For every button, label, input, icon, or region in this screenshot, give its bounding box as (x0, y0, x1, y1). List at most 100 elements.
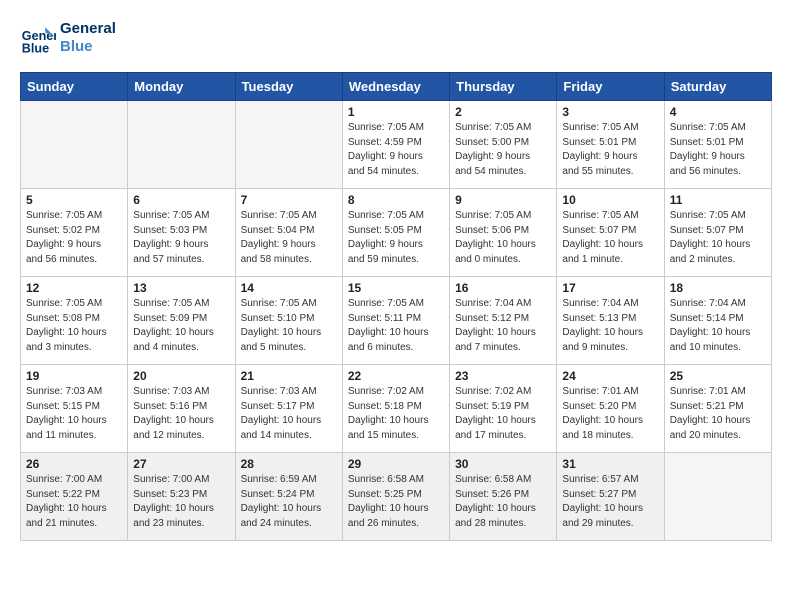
calendar-cell: 16Sunrise: 7:04 AM Sunset: 5:12 PM Dayli… (450, 277, 557, 365)
day-number: 21 (241, 369, 337, 383)
day-number: 1 (348, 105, 444, 119)
calendar-cell: 1 Sunrise: 7:05 AM Sunset: 4:59 PM Daylig… (342, 101, 449, 189)
day-number: 3 (562, 105, 658, 119)
calendar-cell: 18 Sunrise: 7:04 AM Sunset: 5:14 PM Dayli… (664, 277, 771, 365)
day-info: Sunrise: 7:03 AM Sunset: 5:17 PM Dayligh… (241, 385, 337, 443)
calendar-week-row: 5 Sunrise: 7:05 AM Sunset: 5:02 PM Daylig… (21, 189, 772, 277)
weekday-header-saturday: Saturday (664, 73, 771, 101)
day-number: 22 (348, 369, 444, 383)
day-number: 2 (455, 105, 551, 119)
day-number: 31 (562, 457, 658, 471)
day-number: 28 (241, 457, 337, 471)
calendar-cell: 2 Sunrise: 7:05 AM Sunset: 5:00 PM Daylig… (450, 101, 557, 189)
day-info: Sunrise: 7:05 AM Sunset: 5:06 PM Dayligh… (455, 209, 551, 267)
calendar-cell: 23 Sunrise: 7:02 AM Sunset: 5:19 PM Dayli… (450, 365, 557, 453)
calendar-week-row: 26 Sunrise: 7:00 AM Sunset: 5:22 PM Dayli… (21, 453, 772, 541)
calendar-cell: 7 Sunrise: 7:05 AM Sunset: 5:04 PM Daylig… (235, 189, 342, 277)
day-number: 25 (670, 369, 766, 383)
weekday-header-row: SundayMondayTuesdayWednesdayThursdayFrid… (21, 73, 772, 101)
calendar-table: SundayMondayTuesdayWednesdayThursdayFrid… (20, 72, 772, 541)
day-number: 24 (562, 369, 658, 383)
day-info: Sunrise: 7:05 AM Sunset: 5:08 PM Dayligh… (26, 297, 122, 355)
calendar-cell (235, 101, 342, 189)
day-info: Sunrise: 7:05 AM Sunset: 5:07 PM Dayligh… (670, 209, 766, 267)
weekday-header-friday: Friday (557, 73, 664, 101)
day-number: 23 (455, 369, 551, 383)
weekday-header-sunday: Sunday (21, 73, 128, 101)
day-info: Sunrise: 7:05 AM Sunset: 5:02 PM Dayligh… (26, 209, 122, 267)
day-info: Sunrise: 7:01 AM Sunset: 5:20 PM Dayligh… (562, 385, 658, 443)
page-header: General Blue General Blue (20, 20, 772, 56)
weekday-header-thursday: Thursday (450, 73, 557, 101)
calendar-cell (21, 101, 128, 189)
day-info: Sunrise: 7:05 AM Sunset: 5:04 PM Dayligh… (241, 209, 337, 267)
day-info: Sunrise: 7:05 AM Sunset: 5:11 PM Dayligh… (348, 297, 444, 355)
day-number: 7 (241, 193, 337, 207)
day-number: 10 (562, 193, 658, 207)
day-number: 29 (348, 457, 444, 471)
calendar-cell: 30 Sunrise: 6:58 AM Sunset: 5:26 PM Dayli… (450, 453, 557, 541)
day-info: Sunrise: 6:58 AM Sunset: 5:26 PM Dayligh… (455, 473, 551, 531)
calendar-cell: 8Sunrise: 7:05 AM Sunset: 5:05 PM Daylig… (342, 189, 449, 277)
day-number: 17 (562, 281, 658, 295)
day-number: 11 (670, 193, 766, 207)
logo-general: General (60, 20, 116, 38)
day-info: Sunrise: 7:04 AM Sunset: 5:14 PM Dayligh… (670, 297, 766, 355)
day-info: Sunrise: 7:04 AM Sunset: 5:12 PM Dayligh… (455, 297, 551, 355)
day-info: Sunrise: 7:05 AM Sunset: 5:09 PM Dayligh… (133, 297, 229, 355)
day-number: 30 (455, 457, 551, 471)
calendar-cell: 25Sunrise: 7:01 AM Sunset: 5:21 PM Dayli… (664, 365, 771, 453)
calendar-cell: 14 Sunrise: 7:05 AM Sunset: 5:10 PM Dayli… (235, 277, 342, 365)
day-info: Sunrise: 7:04 AM Sunset: 5:13 PM Dayligh… (562, 297, 658, 355)
calendar-cell: 15 Sunrise: 7:05 AM Sunset: 5:11 PM Dayli… (342, 277, 449, 365)
day-number: 20 (133, 369, 229, 383)
weekday-header-wednesday: Wednesday (342, 73, 449, 101)
day-info: Sunrise: 7:05 AM Sunset: 5:00 PM Dayligh… (455, 121, 551, 179)
day-info: Sunrise: 6:57 AM Sunset: 5:27 PM Dayligh… (562, 473, 658, 531)
day-number: 5 (26, 193, 122, 207)
weekday-header-monday: Monday (128, 73, 235, 101)
calendar-cell: 20Sunrise: 7:03 AM Sunset: 5:16 PM Dayli… (128, 365, 235, 453)
calendar-cell: 19 Sunrise: 7:03 AM Sunset: 5:15 PM Dayli… (21, 365, 128, 453)
calendar-cell: 24 Sunrise: 7:01 AM Sunset: 5:20 PM Dayli… (557, 365, 664, 453)
calendar-cell: 26 Sunrise: 7:00 AM Sunset: 5:22 PM Dayli… (21, 453, 128, 541)
day-info: Sunrise: 7:02 AM Sunset: 5:19 PM Dayligh… (455, 385, 551, 443)
calendar-cell: 21 Sunrise: 7:03 AM Sunset: 5:17 PM Dayli… (235, 365, 342, 453)
day-info: Sunrise: 7:05 AM Sunset: 5:01 PM Dayligh… (670, 121, 766, 179)
day-info: Sunrise: 7:05 AM Sunset: 4:59 PM Dayligh… (348, 121, 444, 179)
day-number: 8 (348, 193, 444, 207)
day-number: 26 (26, 457, 122, 471)
day-number: 4 (670, 105, 766, 119)
calendar-cell: 31 Sunrise: 6:57 AM Sunset: 5:27 PM Dayli… (557, 453, 664, 541)
day-number: 15 (348, 281, 444, 295)
calendar-cell: 6 Sunrise: 7:05 AM Sunset: 5:03 PM Daylig… (128, 189, 235, 277)
day-info: Sunrise: 7:03 AM Sunset: 5:15 PM Dayligh… (26, 385, 122, 443)
day-number: 6 (133, 193, 229, 207)
calendar-cell: 12 Sunrise: 7:05 AM Sunset: 5:08 PM Dayli… (21, 277, 128, 365)
calendar-cell: 10 Sunrise: 7:05 AM Sunset: 5:07 PM Dayli… (557, 189, 664, 277)
calendar-cell: 17 Sunrise: 7:04 AM Sunset: 5:13 PM Dayli… (557, 277, 664, 365)
calendar-week-row: 1 Sunrise: 7:05 AM Sunset: 4:59 PM Daylig… (21, 101, 772, 189)
calendar-week-row: 12 Sunrise: 7:05 AM Sunset: 5:08 PM Dayli… (21, 277, 772, 365)
calendar-cell: 11 Sunrise: 7:05 AM Sunset: 5:07 PM Dayli… (664, 189, 771, 277)
svg-text:Blue: Blue (22, 41, 49, 55)
day-number: 18 (670, 281, 766, 295)
calendar-cell: 5 Sunrise: 7:05 AM Sunset: 5:02 PM Daylig… (21, 189, 128, 277)
logo-icon: General Blue (20, 20, 56, 56)
logo: General Blue General Blue (20, 20, 116, 56)
day-info: Sunrise: 7:05 AM Sunset: 5:03 PM Dayligh… (133, 209, 229, 267)
day-number: 14 (241, 281, 337, 295)
day-info: Sunrise: 7:05 AM Sunset: 5:07 PM Dayligh… (562, 209, 658, 267)
calendar-cell: 28 Sunrise: 6:59 AM Sunset: 5:24 PM Dayli… (235, 453, 342, 541)
calendar-cell (664, 453, 771, 541)
calendar-cell: 3Sunrise: 7:05 AM Sunset: 5:01 PM Daylig… (557, 101, 664, 189)
day-number: 12 (26, 281, 122, 295)
day-info: Sunrise: 7:05 AM Sunset: 5:10 PM Dayligh… (241, 297, 337, 355)
calendar-week-row: 19 Sunrise: 7:03 AM Sunset: 5:15 PM Dayli… (21, 365, 772, 453)
day-number: 19 (26, 369, 122, 383)
day-number: 13 (133, 281, 229, 295)
day-info: Sunrise: 6:58 AM Sunset: 5:25 PM Dayligh… (348, 473, 444, 531)
calendar-cell: 9Sunrise: 7:05 AM Sunset: 5:06 PM Daylig… (450, 189, 557, 277)
day-info: Sunrise: 6:59 AM Sunset: 5:24 PM Dayligh… (241, 473, 337, 531)
day-info: Sunrise: 7:00 AM Sunset: 5:22 PM Dayligh… (26, 473, 122, 531)
